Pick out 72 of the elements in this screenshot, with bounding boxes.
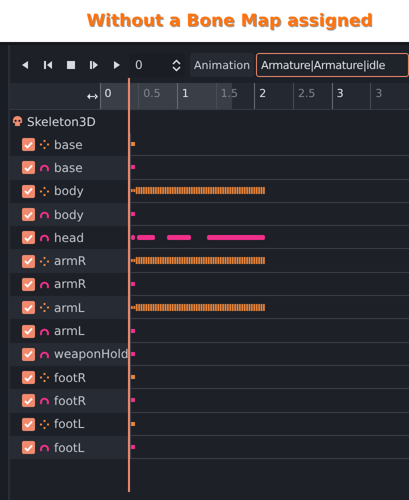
- ruler-label: 1.5: [216, 83, 254, 109]
- move-icon: [40, 140, 49, 150]
- stop-icon[interactable]: [66, 60, 76, 70]
- ruler-label: 3: [370, 83, 409, 109]
- rotate-icon: [40, 210, 49, 220]
- keyframe-icon: [130, 444, 136, 450]
- rotate-icon: [40, 443, 49, 452]
- keyframe-icon: [130, 280, 136, 287]
- track-checkbox[interactable]: [22, 324, 35, 338]
- rotate-icon: [40, 326, 49, 336]
- track-name[interactable]: footL: [54, 440, 84, 454]
- rotate-icon: [40, 233, 49, 242]
- rotate-icon: [40, 350, 49, 359]
- keyframe-icon: [130, 350, 136, 357]
- track-name[interactable]: armR: [54, 254, 86, 268]
- track-checkbox[interactable]: [22, 278, 35, 291]
- track-name[interactable]: head: [54, 230, 84, 245]
- play-backwards-icon[interactable]: [20, 60, 30, 70]
- track-checkbox[interactable]: [22, 231, 35, 244]
- skull-icon: [12, 116, 23, 127]
- track-name[interactable]: footL: [54, 417, 84, 432]
- keyframe-icon: [130, 420, 136, 427]
- timeline-ruler[interactable]: 0 0.5 1 1.5 2 2.5 3 3: [100, 83, 409, 109]
- track-checkbox[interactable]: [22, 184, 35, 198]
- page-title: Without a Bone Map assigned: [86, 11, 373, 31]
- track-checkbox[interactable]: [22, 348, 35, 361]
- track-checkbox[interactable]: [22, 208, 35, 222]
- keyframe-icon: [130, 211, 136, 218]
- step-back-icon[interactable]: [42, 60, 52, 70]
- track-checkbox[interactable]: [22, 301, 35, 314]
- rotate-icon: [40, 396, 49, 406]
- track-checkbox[interactable]: [22, 161, 35, 174]
- resize-horizontal-icon[interactable]: [86, 92, 98, 100]
- keyframe-icon: [130, 141, 136, 148]
- rotate-icon: [40, 163, 49, 172]
- animation-select[interactable]: Armature|Armature|idle: [256, 53, 409, 77]
- track-checkbox[interactable]: [22, 371, 35, 384]
- track-name[interactable]: footR: [54, 370, 86, 385]
- ruler-label: 2.5: [292, 83, 332, 109]
- track-name[interactable]: armR: [54, 277, 86, 292]
- keyframe-icon: [130, 397, 136, 404]
- move-icon: [40, 186, 49, 196]
- keyframe-icon: [130, 374, 136, 380]
- animation-label: Animation: [190, 53, 254, 77]
- track-checkbox[interactable]: [22, 418, 35, 431]
- track-name[interactable]: base: [54, 138, 83, 152]
- step-forward-icon[interactable]: [88, 60, 98, 70]
- keyframe-icon: [130, 164, 136, 170]
- track-name[interactable]: armL: [54, 324, 84, 338]
- track-checkbox[interactable]: [22, 254, 35, 268]
- track-name[interactable]: footR: [54, 394, 86, 408]
- track-checkbox[interactable]: [22, 394, 35, 408]
- ruler-label: 3: [332, 83, 370, 109]
- ruler-label: 2: [254, 83, 293, 109]
- move-icon: [40, 373, 49, 382]
- time-field[interactable]: 0: [129, 53, 185, 77]
- keyframe-icon: [130, 328, 136, 334]
- move-icon: [40, 420, 49, 429]
- up-down-icon: [172, 58, 181, 72]
- ruler-label: 1: [176, 83, 216, 109]
- track-name[interactable]: body: [54, 208, 84, 222]
- rotate-icon: [40, 280, 49, 289]
- track-checkbox[interactable]: [22, 441, 35, 454]
- tree-root-label[interactable]: Skeleton3D: [27, 114, 96, 128]
- track-checkbox[interactable]: [22, 138, 35, 152]
- track-name[interactable]: body: [54, 184, 84, 198]
- track-name[interactable]: base: [54, 160, 83, 175]
- track-name[interactable]: armL: [54, 300, 84, 315]
- move-icon: [40, 256, 49, 266]
- ruler-label: 0.5: [138, 83, 177, 109]
- move-icon: [40, 303, 49, 312]
- play-icon[interactable]: [112, 60, 122, 70]
